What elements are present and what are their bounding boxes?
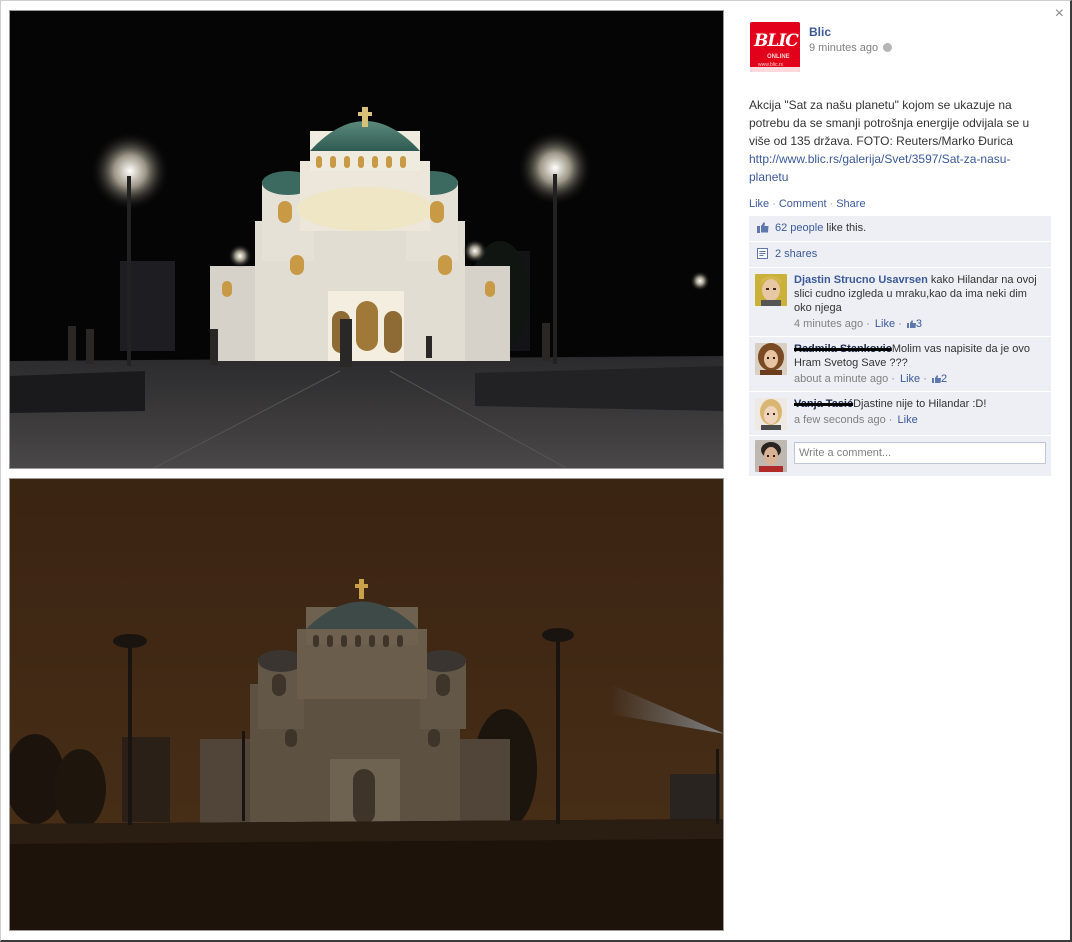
comment-like-button[interactable]: Like	[898, 414, 918, 426]
logo-text: BLIC	[754, 31, 799, 51]
comment-meta: a few seconds ago · Like	[794, 414, 1043, 426]
close-icon[interactable]: ×	[1055, 6, 1064, 22]
comment-like-count[interactable]: 3	[906, 318, 923, 330]
logo-subtext: ONLINE	[767, 54, 790, 60]
thumbs-up-icon	[931, 375, 941, 383]
post-header: BLIC ONLINE www.blic.rs Blic 9 minutes a…	[749, 20, 1051, 80]
comment-like-count[interactable]: 2	[931, 373, 948, 385]
post-time-text[interactable]: 9 minutes ago	[809, 42, 878, 54]
comment-author-link[interactable]: Vanja Tasić	[794, 398, 853, 410]
separator-dot: ·	[888, 414, 893, 426]
post-actions: Like · Comment · Share	[749, 198, 1051, 210]
photo-cathedral-dark[interactable]	[9, 478, 724, 931]
likes-suffix: like this.	[823, 222, 867, 234]
comment-like-button[interactable]: Like	[875, 318, 895, 330]
comment-time[interactable]: a few seconds ago	[794, 414, 886, 426]
share-button[interactable]: Share	[836, 198, 865, 210]
separator-dot: ·	[898, 318, 902, 330]
shares-link[interactable]: 2 shares	[775, 248, 817, 260]
comment-meta: 4 minutes ago · Like · 3	[794, 318, 1043, 330]
avatar-image	[755, 440, 787, 472]
comment-input[interactable]	[794, 442, 1046, 464]
comment-body: Vanja TasićDjastine nije to Hilandar :D!	[794, 397, 1043, 411]
comment-author-link[interactable]: Djastin Strucno Usavrsen	[794, 274, 928, 286]
post-timestamp: 9 minutes ago	[809, 42, 893, 54]
post-panel: BLIC ONLINE www.blic.rs Blic 9 minutes a…	[749, 20, 1051, 476]
thumbs-up-icon	[906, 320, 916, 328]
photo-cathedral-lit[interactable]	[9, 10, 724, 469]
separator-dot: ·	[923, 373, 927, 385]
comment-body: Djastin Strucno Usavrsen kako Hilandar n…	[794, 273, 1043, 315]
separator-dot: ·	[772, 198, 776, 210]
feedback-box: 62 people like this. 2 shares Djastin St…	[749, 216, 1051, 476]
comment-item: Radmila StankovicMolim vas napisite da j…	[749, 337, 1051, 392]
photo-cathedral-dark-image	[10, 479, 723, 930]
share-summary-row: 2 shares	[749, 242, 1051, 268]
comment-item: Djastin Strucno Usavrsen kako Hilandar n…	[749, 268, 1051, 337]
viewer-avatar	[755, 440, 787, 472]
thumbs-up-icon	[757, 222, 769, 233]
globe-icon	[883, 43, 893, 52]
page-avatar[interactable]: BLIC ONLINE www.blic.rs	[750, 22, 800, 72]
comment-like-button[interactable]: Like	[900, 373, 920, 385]
likers-link[interactable]: 62 people	[775, 222, 823, 234]
comment-item: Vanja TasićDjastine nije to Hilandar :D!…	[749, 392, 1051, 436]
post-message-text: Akcija "Sat za našu planetu" kojom se uk…	[749, 98, 1030, 148]
comment-body: Radmila StankovicMolim vas napisite da j…	[794, 342, 1043, 370]
avatar-image	[755, 274, 787, 306]
page-name-link[interactable]: Blic	[809, 25, 831, 39]
like-summary-row: 62 people like this.	[749, 216, 1051, 242]
shares-icon	[757, 248, 768, 259]
comment-button[interactable]: Comment	[779, 198, 827, 210]
photo-cathedral-lit-image	[10, 11, 723, 468]
avatar-image	[755, 343, 787, 375]
separator-dot: ·	[891, 373, 895, 385]
post-link[interactable]: http://www.blic.rs/galerija/Svet/3597/Sa…	[749, 150, 1049, 186]
comment-like-count-value: 3	[915, 318, 923, 330]
commenter-avatar[interactable]	[755, 398, 787, 430]
commenter-avatar[interactable]	[755, 274, 787, 306]
comment-meta: about a minute ago · Like · 2	[794, 373, 1043, 385]
comment-composer	[749, 436, 1051, 476]
separator-dot: ·	[866, 318, 870, 330]
post-message: Akcija "Sat za našu planetu" kojom se uk…	[749, 96, 1049, 186]
logo-stripe	[750, 67, 800, 72]
comment-author-link[interactable]: Radmila Stankovic	[794, 343, 892, 355]
comment-like-count-value: 2	[940, 373, 948, 385]
commenter-avatar[interactable]	[755, 343, 787, 375]
comment-time[interactable]: about a minute ago	[794, 373, 888, 385]
avatar-image	[755, 398, 787, 430]
separator-dot: ·	[829, 198, 834, 210]
comment-time[interactable]: 4 minutes ago	[794, 318, 863, 330]
like-button[interactable]: Like	[749, 198, 769, 210]
comment-text: Djastine nije to Hilandar :D!	[853, 398, 987, 410]
